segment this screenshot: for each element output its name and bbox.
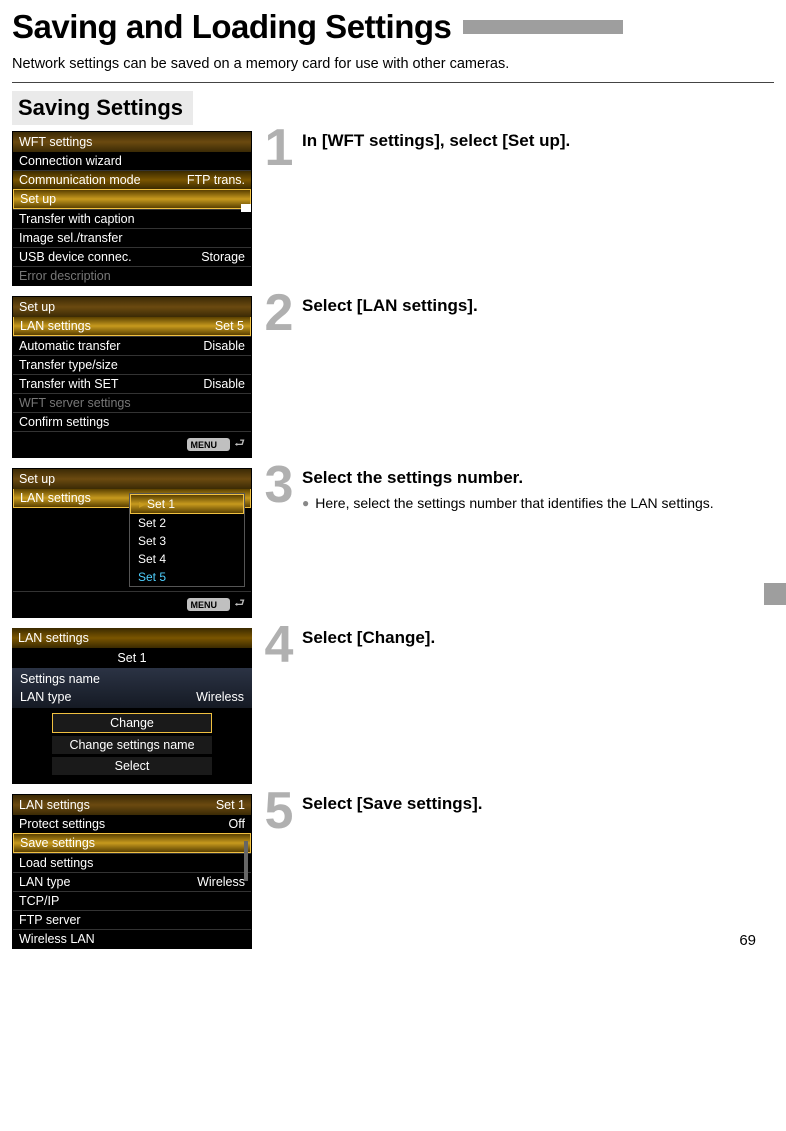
screen-header: LAN settings Set 1 [13,795,251,815]
menu-row: Communication modeFTP trans. [13,170,251,189]
step-number: 5 [256,788,302,835]
step-bullet: ● Here, select the settings number that … [302,494,774,514]
scrollbar-indicator [244,841,248,881]
section-header: Saving Settings [12,91,193,125]
divider [12,82,774,83]
step-title: In [WFT settings], select [Set up]. [302,131,774,151]
menu-row: TCP/IP [13,891,251,910]
screen-footer: MENU⮐ [13,591,251,617]
screen-header: Set up [13,297,251,317]
menu-row: Transfer type/size [13,355,251,374]
step-3: Set up LAN settings ▸Set 1 Set 2 Set 3 S… [12,468,774,618]
step-title: Select [Change]. [302,628,774,648]
popup-row-highlighted: Set 5 [130,568,244,586]
screen-wft-settings: WFT settings Connection wizard Communica… [12,131,252,286]
menu-row: Connection wizard [13,152,251,170]
menu-row: Wireless LAN [13,929,251,948]
screen-header: WFT settings [13,132,251,152]
step-number: 1 [256,125,302,172]
menu-row-disabled: WFT server settings [13,393,251,412]
dialog-button-selected: Change [52,713,212,733]
step-number: 4 [256,622,302,669]
step-number: 3 [256,462,302,509]
menu-row: LAN typeWireless [13,872,251,891]
step-number: 2 [256,290,302,337]
popup-row: Set 4 [130,550,244,568]
page-number: 69 [739,932,756,949]
menu-row-disabled: Error description [13,266,251,285]
menu-row-selected: Save settings [13,833,251,853]
step-title: Select [Save settings]. [302,794,774,814]
screen-set-up-popup: Set up LAN settings ▸Set 1 Set 2 Set 3 S… [12,468,252,618]
screen-lan-settings-list: LAN settings Set 1 Protect settingsOff S… [12,794,252,949]
step-4: LAN settings Set 1 Settings name LAN typ… [12,628,774,784]
dialog-line: Settings name [12,670,252,688]
menu-row: FTP server [13,910,251,929]
settings-number-popup: ▸Set 1 Set 2 Set 3 Set 4 Set 5 [129,493,245,587]
intro-text: Network settings can be saved on a memor… [12,56,774,72]
popup-row: Set 3 [130,532,244,550]
screen-lan-settings-dialog: LAN settings Set 1 Settings name LAN typ… [12,628,252,784]
dialog-button: Change settings name [52,736,212,754]
menu-row: Protect settingsOff [13,815,251,833]
title-decorative-bar [463,20,623,34]
step-title: Select [LAN settings]. [302,296,774,316]
screen-set-up: Set up LAN settingsSet 5 Automatic trans… [12,296,252,458]
menu-row-selected: Set up [13,189,251,209]
screen-header: Set up [13,469,251,489]
scrollbar-indicator [241,204,251,212]
step-title: Select the settings number. [302,468,774,488]
step-1: WFT settings Connection wizard Communica… [12,131,774,286]
menu-row: Load settings [13,853,251,872]
menu-row: Transfer with caption [13,209,251,228]
menu-row: Confirm settings [13,412,251,431]
side-tab-marker [764,583,786,605]
dialog-subtitle: Set 1 [12,648,252,668]
dialog-line: LAN typeWireless [12,688,252,706]
step-2: Set up LAN settingsSet 5 Automatic trans… [12,296,774,458]
popup-row: Set 2 [130,514,244,532]
menu-badge-icon: MENU [187,438,231,451]
menu-row-selected: LAN settingsSet 5 [13,317,251,336]
dialog-button: Select [52,757,212,775]
popup-row-selected: ▸Set 1 [130,494,244,514]
page-title: Saving and Loading Settings [12,8,451,46]
screen-footer: MENU⮐ [13,431,251,457]
menu-row: USB device connec.Storage [13,247,251,266]
menu-row: Automatic transferDisable [13,336,251,355]
menu-row: Image sel./transfer [13,228,251,247]
dialog-header: LAN settings [12,628,252,648]
menu-badge-icon: MENU [187,598,231,611]
step-5: LAN settings Set 1 Protect settingsOff S… [12,794,774,949]
bullet-icon: ● [302,494,309,514]
menu-row: Transfer with SETDisable [13,374,251,393]
